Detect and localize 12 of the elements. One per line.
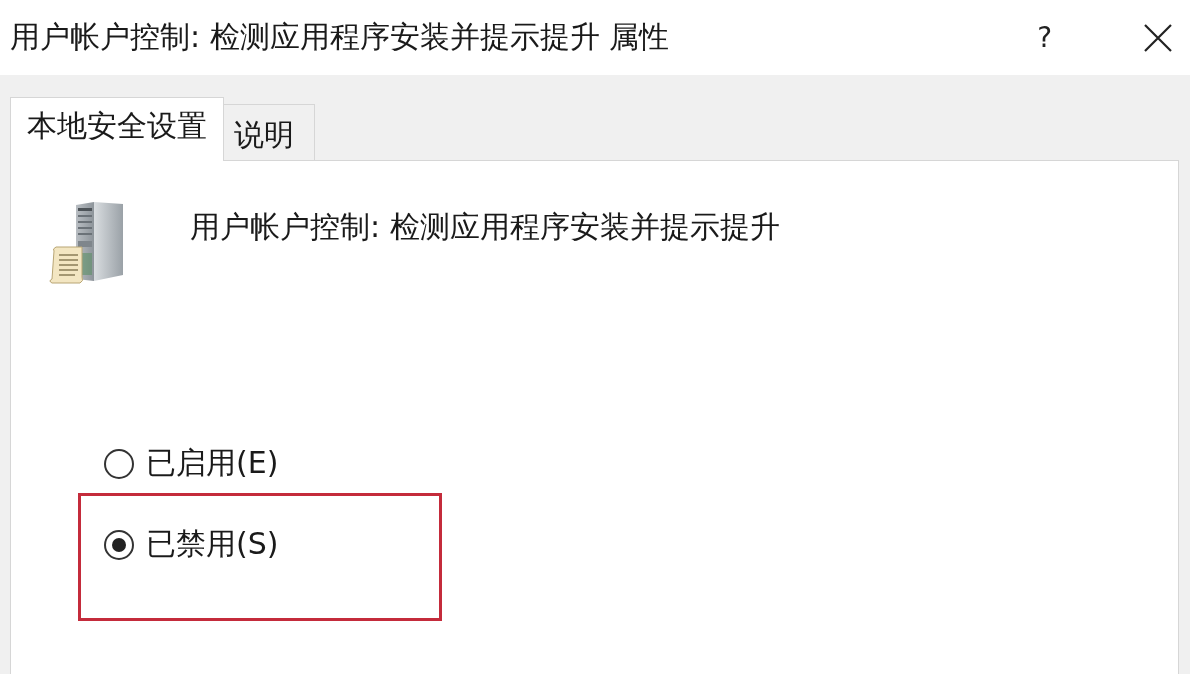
radio-label[interactable]: 已启用(E) xyxy=(146,443,279,484)
radio-label[interactable]: 已禁用(S) xyxy=(146,524,279,565)
radio-button[interactable] xyxy=(104,529,134,560)
close-icon xyxy=(1144,23,1172,52)
window-title: 用户帐户控制: 检测应用程序安装并提示提升 属性 xyxy=(10,18,670,56)
policy-name: 用户帐户控制: 检测应用程序安装并提示提升 xyxy=(190,208,780,246)
help-button[interactable]: ? xyxy=(1033,21,1056,54)
radio-button[interactable] xyxy=(104,448,134,479)
tab[interactable]: 本地安全设置 xyxy=(10,97,224,161)
tab[interactable]: 说明 xyxy=(224,104,315,160)
close-button[interactable] xyxy=(1144,23,1172,52)
server-with-document-icon xyxy=(48,201,125,285)
